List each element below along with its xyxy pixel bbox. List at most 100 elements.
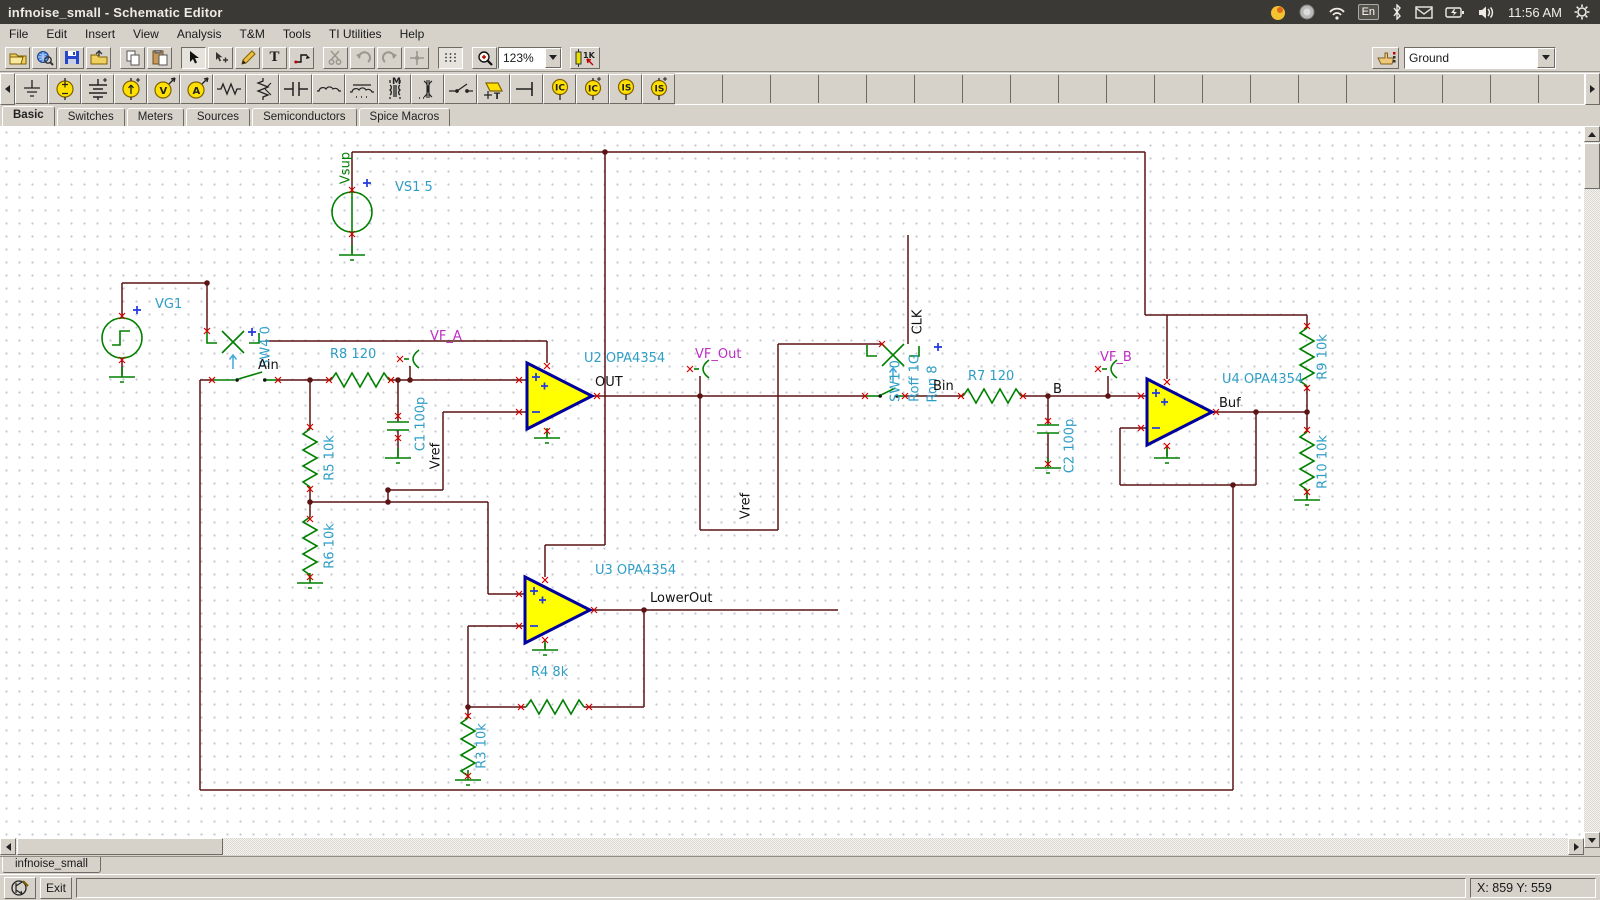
tab-sources[interactable]: Sources bbox=[186, 108, 250, 126]
wire-tool-button[interactable] bbox=[289, 47, 314, 69]
scroll-up-button[interactable] bbox=[1584, 126, 1600, 142]
cut-button[interactable] bbox=[323, 47, 348, 69]
schematic-canvas[interactable]: VsupVS1 5VG1SW4 0AinR8 120C1 100pR5 10kR… bbox=[0, 126, 1584, 838]
menu-insert[interactable]: Insert bbox=[76, 25, 124, 43]
zoom-combo-arrow[interactable] bbox=[545, 48, 561, 68]
menu-edit[interactable]: Edit bbox=[37, 25, 76, 43]
palette-transformer[interactable]: M bbox=[378, 74, 411, 104]
open-recent-button[interactable] bbox=[86, 47, 111, 69]
palette-current-generator[interactable]: A bbox=[180, 74, 213, 104]
search-netlist-button[interactable] bbox=[32, 47, 57, 69]
schematic-label[interactable]: Vref bbox=[740, 493, 753, 520]
schematic-label[interactable]: U3 OPA4354 bbox=[595, 564, 676, 577]
schematic-label[interactable]: Buf bbox=[1219, 397, 1241, 410]
schematic-label[interactable]: R9 10k bbox=[1317, 334, 1330, 380]
scroll-right-button[interactable] bbox=[1568, 838, 1584, 855]
menu-tm[interactable]: T&M bbox=[231, 25, 274, 43]
clock[interactable]: 11:56 AM bbox=[1508, 5, 1562, 20]
menu-analysis[interactable]: Analysis bbox=[168, 25, 231, 43]
palette-scroll-right[interactable] bbox=[1585, 73, 1600, 105]
app-indicator-icon[interactable] bbox=[1270, 4, 1287, 21]
paste-button[interactable] bbox=[147, 47, 172, 69]
redo-button[interactable] bbox=[377, 47, 402, 69]
palette-current-source[interactable] bbox=[114, 74, 147, 104]
keyboard-layout-indicator[interactable]: En bbox=[1358, 4, 1379, 20]
schematic-label[interactable]: SW1 0 bbox=[890, 360, 903, 402]
menu-file[interactable]: File bbox=[0, 25, 37, 43]
gear-icon[interactable] bbox=[1574, 4, 1590, 20]
schematic-label[interactable]: VF_A bbox=[430, 330, 462, 343]
schematic-label[interactable]: R7 120 bbox=[968, 370, 1014, 383]
schematic-label[interactable]: R5 10k bbox=[324, 435, 337, 481]
schematic-label[interactable]: B bbox=[1053, 383, 1062, 396]
palette-voltage-source[interactable] bbox=[48, 74, 81, 104]
tab-meters[interactable]: Meters bbox=[127, 108, 184, 126]
zoom-in-button[interactable] bbox=[472, 47, 497, 69]
center-tool-button[interactable] bbox=[404, 47, 429, 69]
schematic-label[interactable]: Vsup bbox=[340, 152, 353, 184]
schematic-label[interactable]: C2 100p bbox=[1064, 419, 1077, 474]
copy-button[interactable] bbox=[120, 47, 145, 69]
palette-voltage-generator[interactable]: V bbox=[147, 74, 180, 104]
palette-battery[interactable] bbox=[81, 74, 114, 104]
exit-button[interactable]: Exit bbox=[40, 877, 72, 899]
schematic-label[interactable]: U4 OPA4354 bbox=[1222, 373, 1303, 386]
schematic-label[interactable]: CLK bbox=[912, 310, 925, 335]
bluetooth-icon[interactable] bbox=[1391, 4, 1403, 20]
schematic-label[interactable]: Bin bbox=[933, 380, 954, 393]
palette-controlled-source-ic2[interactable]: IC bbox=[576, 74, 609, 104]
menu-tools[interactable]: Tools bbox=[274, 25, 320, 43]
scroll-left-button[interactable] bbox=[0, 838, 16, 855]
undo-button[interactable] bbox=[350, 47, 375, 69]
component-jump-arrow[interactable] bbox=[1537, 48, 1555, 68]
palette-switch[interactable] bbox=[444, 74, 477, 104]
palette-capacitor[interactable] bbox=[279, 74, 312, 104]
menu-view[interactable]: View bbox=[124, 25, 168, 43]
palette-controlled-source-is2[interactable]: IS bbox=[642, 74, 675, 104]
tina-task-icon[interactable] bbox=[4, 877, 36, 899]
palette-ground[interactable] bbox=[15, 74, 48, 104]
scroll-down-button[interactable] bbox=[1584, 832, 1600, 848]
schematic-label[interactable]: C1 100p bbox=[415, 397, 428, 452]
zoom-level-combo[interactable]: 123% bbox=[498, 47, 562, 69]
palette-controlled-source-ic1[interactable]: IC bbox=[543, 74, 576, 104]
jump-to-component-button[interactable] bbox=[1372, 47, 1399, 69]
vertical-scrollbar[interactable] bbox=[1584, 126, 1600, 848]
palette-transformer-core[interactable] bbox=[411, 74, 444, 104]
text-tool-button[interactable]: T bbox=[262, 47, 287, 69]
schematic-label[interactable]: VG1 bbox=[155, 298, 182, 311]
palette-relay[interactable]: T bbox=[477, 74, 510, 104]
schematic-label[interactable]: VF_B bbox=[1100, 351, 1132, 364]
schematic-label[interactable]: R4 8k bbox=[531, 666, 568, 679]
vertical-scroll-thumb[interactable] bbox=[1584, 143, 1600, 189]
schematic-label[interactable]: Vref bbox=[430, 443, 443, 470]
schematic-label[interactable]: VS1 5 bbox=[395, 181, 433, 194]
open-file-button[interactable] bbox=[5, 47, 30, 69]
schematic-label[interactable]: R8 120 bbox=[330, 348, 376, 361]
schematic-label[interactable]: OUT bbox=[595, 376, 623, 389]
tab-switches[interactable]: Switches bbox=[57, 108, 125, 126]
component-jump-combo[interactable]: Ground bbox=[1404, 47, 1556, 69]
battery-icon[interactable] bbox=[1445, 6, 1465, 19]
schematic-label[interactable]: Ain bbox=[258, 359, 279, 372]
tab-semiconductors[interactable]: Semiconductors bbox=[252, 108, 356, 126]
palette-potentiometer[interactable] bbox=[246, 74, 279, 104]
schematic-label[interactable]: R10 10k bbox=[1317, 435, 1330, 489]
schematic-label[interactable]: LowerOut bbox=[650, 592, 713, 605]
schematic-label[interactable]: R3 10k bbox=[476, 723, 489, 769]
menu-ti-utilities[interactable]: TI Utilities bbox=[320, 25, 391, 43]
tab-basic[interactable]: Basic bbox=[2, 106, 55, 126]
default-component-value-button[interactable]: 1K bbox=[570, 47, 600, 69]
palette-inductor-core[interactable] bbox=[345, 74, 378, 104]
palette-jumper[interactable] bbox=[510, 74, 543, 104]
menu-help[interactable]: Help bbox=[391, 25, 434, 43]
volume-knob-icon[interactable] bbox=[1299, 4, 1316, 21]
document-tab[interactable]: infnoise_small bbox=[2, 857, 101, 873]
palette-resistor[interactable] bbox=[213, 74, 246, 104]
volume-icon[interactable] bbox=[1477, 5, 1496, 20]
move-tool-button[interactable] bbox=[208, 47, 233, 69]
wifi-icon[interactable] bbox=[1328, 5, 1346, 20]
save-button[interactable] bbox=[59, 47, 84, 69]
pencil-tool-button[interactable] bbox=[235, 47, 260, 69]
palette-scroll-left[interactable] bbox=[0, 73, 15, 105]
